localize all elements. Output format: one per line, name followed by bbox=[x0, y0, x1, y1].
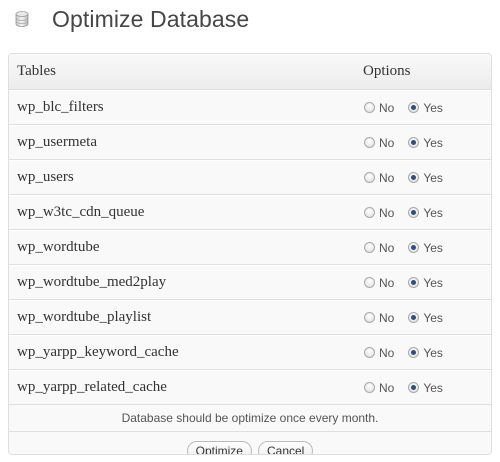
radio-option-no[interactable]: No bbox=[364, 276, 394, 290]
table-row: wp_wordtube_med2play No Yes bbox=[9, 265, 491, 300]
radio-label-no: No bbox=[379, 205, 395, 220]
radio-yes-checked[interactable] bbox=[408, 102, 420, 113]
radio-option-yes[interactable]: Yes bbox=[408, 346, 443, 360]
radio-label-yes: Yes bbox=[423, 100, 443, 115]
radio-label-no: No bbox=[379, 135, 395, 150]
radio-option-yes[interactable]: Yes bbox=[408, 311, 443, 325]
radio-option-yes[interactable]: Yes bbox=[408, 276, 443, 290]
radio-option-yes[interactable]: Yes bbox=[408, 171, 443, 185]
optimize-note: Database should be optimize once every m… bbox=[9, 405, 491, 432]
table-name: wp_usermeta bbox=[17, 134, 97, 150]
radio-no[interactable] bbox=[364, 102, 375, 113]
radio-yes-checked[interactable] bbox=[408, 242, 420, 253]
radio-no[interactable] bbox=[364, 242, 375, 253]
radio-label-yes: Yes bbox=[423, 380, 443, 395]
radio-yes-checked[interactable] bbox=[408, 137, 420, 148]
radio-option-no[interactable]: No bbox=[364, 206, 394, 220]
form-actions: Optimize Cancel bbox=[9, 432, 491, 454]
radio-no[interactable] bbox=[364, 347, 375, 358]
radio-option-yes[interactable]: Yes bbox=[408, 381, 443, 395]
table-name: wp_wordtube_med2play bbox=[17, 274, 167, 290]
radio-yes-checked[interactable] bbox=[408, 347, 420, 358]
radio-no[interactable] bbox=[364, 137, 375, 148]
table-row: wp_blc_filters No Yes bbox=[9, 90, 491, 125]
option-radios: No Yes bbox=[355, 311, 455, 325]
table-row: wp_w3tc_cdn_queue No Yes bbox=[9, 195, 491, 230]
radio-no[interactable] bbox=[364, 172, 375, 183]
table-name: wp_wordtube bbox=[17, 239, 100, 255]
radio-label-yes: Yes bbox=[423, 310, 443, 325]
radio-option-yes[interactable]: Yes bbox=[408, 136, 443, 150]
table-name: wp_users bbox=[17, 169, 74, 185]
radio-label-yes: Yes bbox=[423, 170, 443, 185]
radio-option-yes[interactable]: Yes bbox=[408, 206, 443, 220]
radio-yes-checked[interactable] bbox=[408, 172, 420, 183]
table-row: wp_yarpp_related_cache No Yes bbox=[9, 370, 491, 405]
option-radios: No Yes bbox=[355, 276, 455, 290]
table-name: wp_blc_filters bbox=[17, 99, 104, 115]
table-body: wp_blc_filters No Yes wp_usermeta No Yes wp_us… bbox=[9, 90, 491, 405]
table-row: wp_users No Yes bbox=[9, 160, 491, 195]
optimize-table-panel: Tables Options wp_blc_filters No Yes wp_use… bbox=[8, 53, 492, 455]
radio-option-no[interactable]: No bbox=[364, 311, 394, 325]
radio-option-no[interactable]: No bbox=[364, 101, 394, 115]
radio-label-no: No bbox=[379, 310, 395, 325]
table-header: Tables Options bbox=[9, 54, 491, 90]
radio-option-no[interactable]: No bbox=[364, 346, 394, 360]
table-row: wp_wordtube No Yes bbox=[9, 230, 491, 265]
optimize-button[interactable]: Optimize bbox=[186, 440, 252, 454]
page-header: Optimize Database bbox=[14, 4, 249, 34]
radio-yes-checked[interactable] bbox=[408, 312, 420, 323]
radio-label-no: No bbox=[379, 100, 395, 115]
option-radios: No Yes bbox=[355, 136, 455, 150]
table-row: wp_usermeta No Yes bbox=[9, 125, 491, 160]
radio-label-yes: Yes bbox=[423, 135, 443, 150]
radio-label-no: No bbox=[379, 345, 395, 360]
radio-label-no: No bbox=[379, 240, 395, 255]
radio-label-no: No bbox=[379, 275, 395, 290]
radio-option-no[interactable]: No bbox=[364, 241, 394, 255]
database-icon bbox=[14, 10, 30, 28]
page-title: Optimize Database bbox=[52, 5, 250, 32]
option-radios: No Yes bbox=[355, 381, 455, 395]
cancel-button[interactable]: Cancel bbox=[257, 440, 314, 454]
radio-option-no[interactable]: No bbox=[364, 171, 394, 185]
radio-option-yes[interactable]: Yes bbox=[408, 101, 443, 115]
radio-no[interactable] bbox=[364, 312, 375, 323]
table-name: wp_wordtube_playlist bbox=[17, 309, 152, 325]
option-radios: No Yes bbox=[355, 171, 455, 185]
column-header-tables: Tables bbox=[17, 63, 56, 79]
table-row: wp_yarpp_keyword_cache No Yes bbox=[9, 335, 491, 370]
radio-label-no: No bbox=[379, 170, 395, 185]
radio-no[interactable] bbox=[364, 382, 375, 393]
radio-no[interactable] bbox=[364, 207, 375, 218]
radio-label-yes: Yes bbox=[423, 205, 443, 220]
option-radios: No Yes bbox=[355, 101, 455, 115]
radio-option-no[interactable]: No bbox=[364, 381, 394, 395]
radio-no[interactable] bbox=[364, 277, 375, 288]
radio-label-yes: Yes bbox=[423, 275, 443, 290]
table-name: wp_yarpp_related_cache bbox=[17, 379, 167, 395]
radio-yes-checked[interactable] bbox=[408, 382, 420, 393]
option-radios: No Yes bbox=[355, 346, 455, 360]
table-name: wp_w3tc_cdn_queue bbox=[17, 204, 145, 220]
radio-option-no[interactable]: No bbox=[364, 136, 394, 150]
radio-label-no: No bbox=[379, 380, 395, 395]
table-row: wp_wordtube_playlist No Yes bbox=[9, 300, 491, 335]
radio-label-yes: Yes bbox=[423, 240, 443, 255]
radio-yes-checked[interactable] bbox=[408, 207, 420, 218]
option-radios: No Yes bbox=[355, 206, 455, 220]
radio-label-yes: Yes bbox=[423, 345, 443, 360]
radio-yes-checked[interactable] bbox=[408, 277, 420, 288]
table-name: wp_yarpp_keyword_cache bbox=[17, 344, 179, 360]
radio-option-yes[interactable]: Yes bbox=[408, 241, 443, 255]
option-radios: No Yes bbox=[355, 241, 455, 255]
column-header-options: Options bbox=[363, 63, 411, 79]
